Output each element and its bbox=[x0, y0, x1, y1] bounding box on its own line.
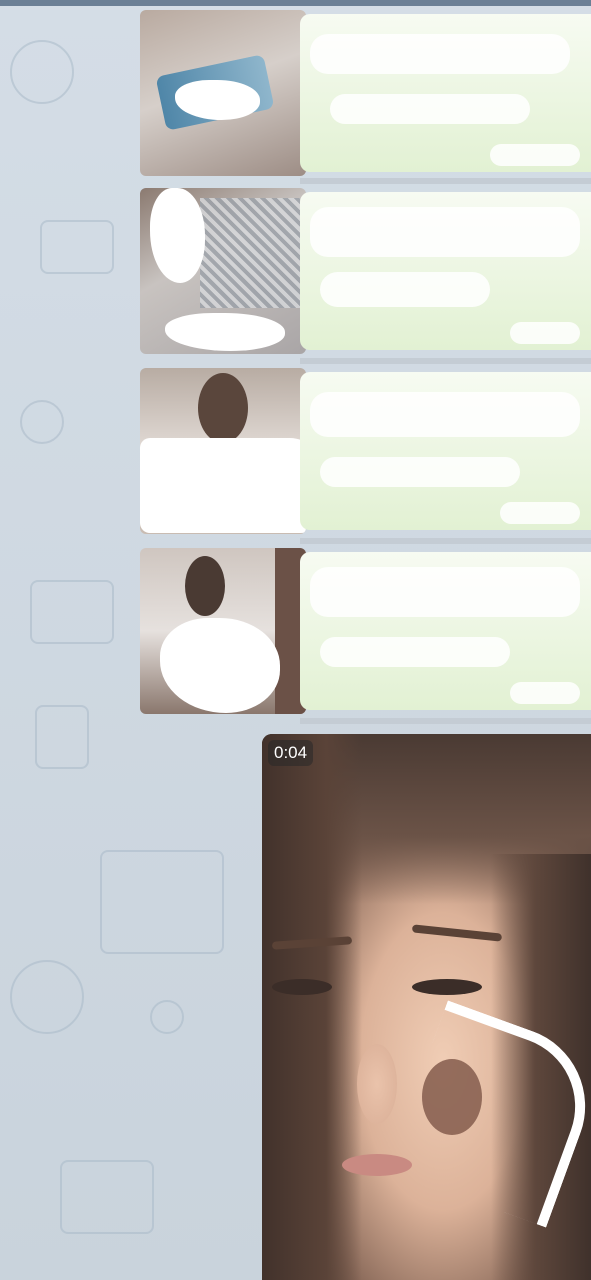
video-message[interactable] bbox=[262, 734, 591, 1280]
video-frame bbox=[272, 979, 332, 995]
redaction-mark bbox=[310, 567, 580, 617]
photo-content bbox=[185, 556, 225, 616]
redaction-mark bbox=[160, 618, 280, 713]
video-frame bbox=[262, 734, 362, 1280]
redaction-mark bbox=[320, 637, 510, 667]
doodle-pattern bbox=[30, 580, 114, 644]
redaction-mark bbox=[165, 313, 285, 351]
doodle-pattern bbox=[150, 1000, 184, 1034]
doodle-pattern bbox=[35, 705, 89, 769]
message-bubble bbox=[300, 14, 591, 172]
redaction-mark bbox=[500, 502, 580, 524]
doodle-pattern bbox=[60, 1160, 154, 1234]
photo-content bbox=[200, 198, 300, 308]
message-separator bbox=[300, 358, 591, 364]
photo-content bbox=[198, 373, 248, 443]
photo-thumbnail[interactable] bbox=[140, 548, 306, 714]
redaction-mark bbox=[310, 207, 580, 257]
photo-thumbnail[interactable] bbox=[140, 368, 306, 534]
photo-message[interactable] bbox=[140, 188, 591, 354]
video-frame bbox=[357, 1044, 397, 1124]
message-separator bbox=[300, 718, 591, 724]
redaction-mark bbox=[510, 682, 580, 704]
doodle-pattern bbox=[10, 40, 74, 104]
redaction-mark bbox=[330, 94, 530, 124]
redaction-mark bbox=[510, 322, 580, 344]
redaction-mark bbox=[490, 144, 580, 166]
redaction-mark bbox=[140, 438, 306, 533]
redaction-mark bbox=[310, 34, 570, 74]
photo-message[interactable] bbox=[140, 10, 591, 176]
photo-thumbnail[interactable] bbox=[140, 10, 306, 176]
video-duration-badge: 0:04 bbox=[268, 740, 314, 766]
photo-message[interactable] bbox=[140, 548, 591, 714]
redaction-mark bbox=[150, 188, 205, 283]
redaction-mark bbox=[320, 272, 490, 307]
message-bubble bbox=[300, 552, 591, 710]
doodle-pattern bbox=[20, 400, 64, 444]
redaction-mark bbox=[310, 392, 580, 437]
doodle-pattern bbox=[10, 960, 84, 1034]
top-bar bbox=[0, 0, 591, 6]
video-frame bbox=[411, 924, 503, 942]
redaction-mark bbox=[320, 457, 520, 487]
message-bubble bbox=[300, 372, 591, 530]
doodle-pattern bbox=[40, 220, 114, 274]
photo-thumbnail[interactable] bbox=[140, 188, 306, 354]
message-bubble bbox=[300, 192, 591, 350]
doodle-pattern bbox=[100, 850, 224, 954]
message-separator bbox=[300, 178, 591, 184]
photo-message[interactable] bbox=[140, 368, 591, 534]
video-frame bbox=[412, 979, 482, 995]
message-separator bbox=[300, 538, 591, 544]
